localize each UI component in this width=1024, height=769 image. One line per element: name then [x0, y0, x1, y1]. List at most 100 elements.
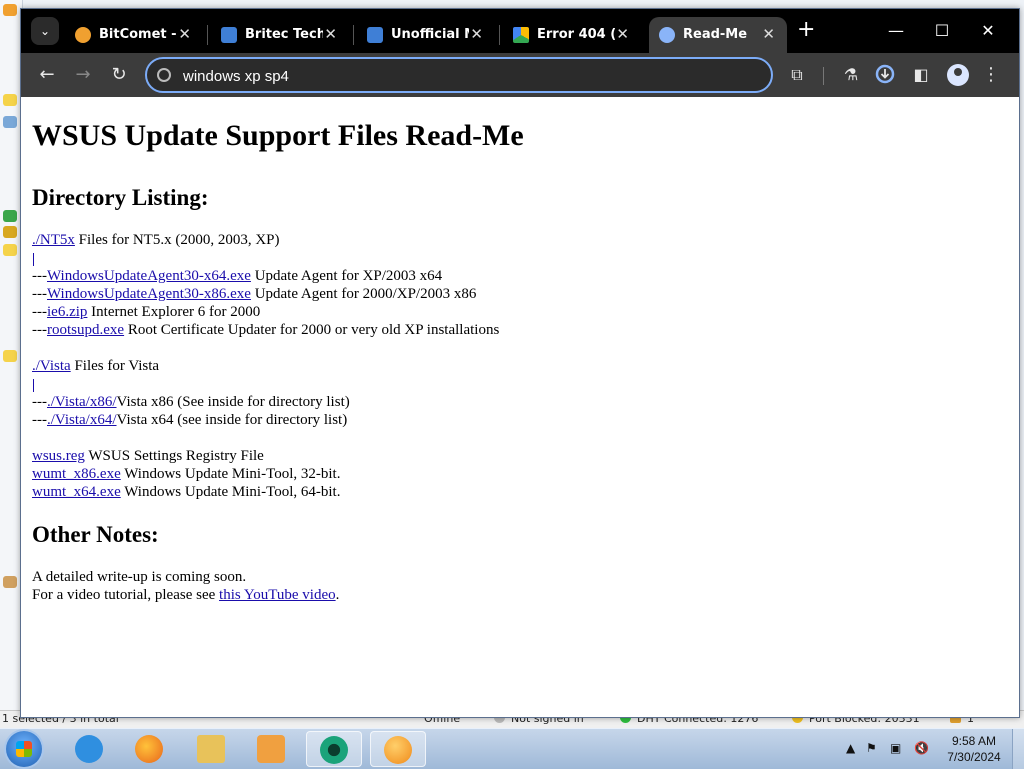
tab-error-404[interactable]: Error 404 (No ✕	[503, 17, 641, 53]
system-clock[interactable]: 9:58 AM 7/30/2024	[944, 733, 1004, 765]
minimize-button[interactable]: —	[873, 17, 919, 45]
maximize-button[interactable]: ☐	[919, 17, 965, 45]
downloads-icon[interactable]	[873, 63, 897, 87]
youtube-video-link[interactable]: this YouTube video	[219, 587, 336, 603]
new-tab-button[interactable]: +	[797, 19, 815, 41]
close-tab-icon[interactable]: ✕	[324, 25, 337, 43]
close-tab-icon[interactable]: ✕	[616, 25, 629, 43]
vista-entry: ./Vista Files for Vista	[32, 358, 159, 375]
search-engine-icon	[157, 68, 171, 82]
address-bar[interactable]	[145, 57, 773, 93]
tab-title: BitComet - all	[99, 27, 177, 42]
nt5-entry: ./NT5x Files for NT5.x (2000, 2003, XP)	[32, 232, 280, 249]
notes-video-line: For a video tutorial, please see this Yo…	[32, 587, 340, 603]
file-link[interactable]: wsus.reg	[32, 448, 85, 464]
tree-connector	[33, 253, 34, 266]
taskbar-file-explorer[interactable]	[184, 731, 240, 767]
close-window-button[interactable]: ✕	[965, 17, 1011, 45]
file-link[interactable]: rootsupd.exe	[47, 322, 124, 338]
unofficial-favicon-icon	[367, 27, 383, 43]
folder-link[interactable]: ./Vista/x86/	[47, 394, 117, 410]
tab-bitcomet[interactable]: BitComet - all ✕	[65, 17, 203, 53]
list-item: ---./Vista/x64/Vista x64 (see inside for…	[32, 412, 348, 428]
list-item: wumt_x64.exe Windows Update Mini-Tool, 6…	[32, 484, 341, 500]
browser-window: ⌄ BitComet - all ✕ Britec Tech Su ✕ Unof…	[20, 8, 1020, 718]
forward-arrow-icon[interactable]: →	[71, 63, 95, 87]
show-desktop-button[interactable]	[1012, 729, 1024, 769]
reload-icon[interactable]: ↻	[107, 63, 131, 87]
tab-britec[interactable]: Britec Tech Su ✕	[211, 17, 349, 53]
tab-title: Britec Tech Su	[245, 27, 323, 42]
internet-explorer-icon	[75, 735, 103, 763]
vista-desc: Files for Vista	[70, 358, 160, 374]
tab-strip: ⌄ BitComet - all ✕ Britec Tech Su ✕ Unof…	[21, 9, 1019, 53]
drive-favicon-icon	[513, 27, 529, 43]
tab-read-me[interactable]: Read-Me ✕	[649, 17, 787, 53]
tab-title: Read-Me	[683, 27, 748, 42]
directory-heading: Directory Listing:	[32, 185, 209, 210]
nt5-desc: Files for NT5.x (2000, 2003, XP)	[74, 232, 280, 248]
bitcomet-favicon-icon	[75, 27, 91, 43]
download-icon	[3, 226, 17, 238]
folder-icon	[197, 735, 225, 763]
taskbar-chrome[interactable]	[306, 731, 362, 767]
vista-link[interactable]: ./Vista	[32, 358, 71, 374]
folder-link[interactable]: ./Vista/x64/	[47, 412, 117, 428]
close-tab-icon[interactable]: ✕	[762, 25, 775, 43]
list-item: ---WindowsUpdateAgent30-x86.exe Update A…	[32, 286, 477, 302]
tab-unofficial[interactable]: Unofficial Mic ✕	[357, 17, 495, 53]
share-icon	[3, 576, 17, 588]
nt5-link[interactable]: ./NT5x	[32, 232, 75, 248]
address-input[interactable]	[181, 64, 745, 88]
clock-date: 7/30/2024	[947, 750, 1001, 764]
profile-avatar-icon[interactable]	[947, 64, 969, 86]
clock-time: 9:58 AM	[951, 734, 997, 748]
britec-favicon-icon	[221, 27, 237, 43]
tag-icon	[3, 210, 17, 222]
tree-connector	[33, 379, 34, 392]
folder-icon	[3, 244, 17, 256]
tab-title: Error 404 (No	[537, 27, 615, 42]
file-link[interactable]: wumt_x64.exe	[32, 484, 121, 500]
firefox-icon	[135, 735, 163, 763]
notes-heading: Other Notes:	[32, 522, 159, 547]
taskbar-internet-explorer[interactable]	[62, 731, 118, 767]
file-link[interactable]: wumt_x86.exe	[32, 466, 121, 482]
page-content: WSUS Update Support Files Read-Me Direct…	[21, 97, 1019, 717]
list-item: ---ie6.zip Internet Explorer 6 for 2000	[32, 304, 261, 320]
flag-icon[interactable]: ⚑	[866, 741, 877, 755]
show-hidden-icons-icon[interactable]: ▲	[846, 741, 855, 755]
file-link[interactable]: ie6.zip	[47, 304, 87, 320]
tab-title: Unofficial Mic	[391, 27, 469, 42]
notes-text: A detailed write-up is coming soon.	[32, 569, 247, 585]
list-item: ---./Vista/x86/Vista x86 (See inside for…	[32, 394, 350, 410]
browser-toolbar: ← → ↻ ⧉ ⚗ ◧ ⋮	[21, 53, 1019, 97]
list-item: wumt_x86.exe Windows Update Mini-Tool, 3…	[32, 466, 341, 482]
list-item: ---WindowsUpdateAgent30-x64.exe Update A…	[32, 268, 443, 284]
volume-muted-icon[interactable]: 🔇	[914, 741, 929, 755]
star-icon	[3, 94, 17, 106]
file-link[interactable]: WindowsUpdateAgent30-x64.exe	[47, 268, 251, 284]
close-tab-icon[interactable]: ✕	[178, 25, 191, 43]
back-arrow-icon[interactable]: ←	[35, 63, 59, 87]
close-tab-icon[interactable]: ✕	[470, 25, 483, 43]
app-icon	[3, 4, 17, 16]
taskbar-media-player[interactable]	[244, 731, 300, 767]
page-favicon-icon	[659, 27, 675, 43]
bitcomet-icon	[384, 736, 412, 764]
extensions-icon[interactable]: ⧉	[785, 63, 809, 87]
file-link[interactable]: WindowsUpdateAgent30-x86.exe	[47, 286, 251, 302]
side-panel-icon[interactable]: ◧	[909, 63, 933, 87]
list-item: ---rootsupd.exe Root Certificate Updater…	[32, 322, 500, 338]
list-item: wsus.reg WSUS Settings Registry File	[32, 448, 264, 464]
folder-icon	[3, 350, 17, 362]
chrome-icon	[320, 736, 348, 764]
menu-kebab-icon[interactable]: ⋮	[979, 63, 1003, 87]
taskbar-firefox[interactable]	[122, 731, 178, 767]
network-icon[interactable]: ▣	[890, 741, 901, 755]
page-title: WSUS Update Support Files Read-Me	[32, 119, 524, 152]
tab-search-button[interactable]: ⌄	[31, 17, 59, 45]
taskbar-bitcomet[interactable]	[370, 731, 426, 767]
start-button[interactable]	[6, 731, 42, 767]
labs-flask-icon[interactable]: ⚗	[839, 63, 863, 87]
